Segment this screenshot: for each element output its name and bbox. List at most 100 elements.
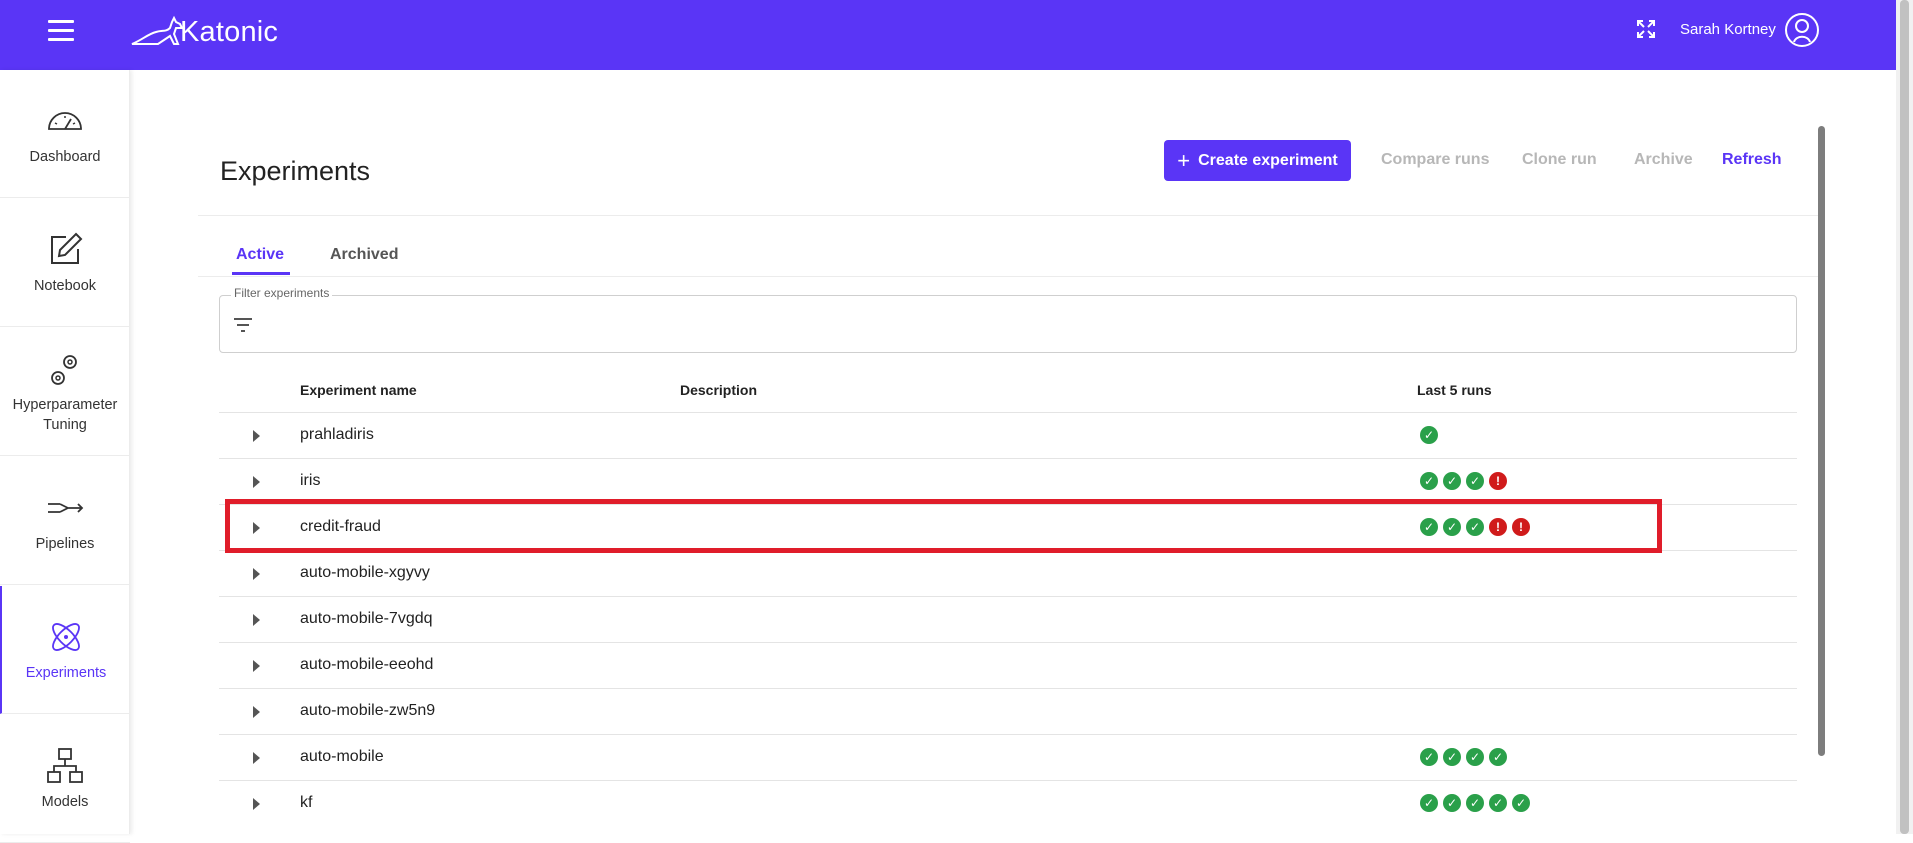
- sidebar-item-dashboard[interactable]: Dashboard: [0, 70, 130, 198]
- check-icon[interactable]: ✓: [1489, 794, 1507, 812]
- check-icon[interactable]: ✓: [1420, 518, 1438, 536]
- error-icon[interactable]: !: [1512, 518, 1530, 536]
- last-runs-status: ✓ ✓ ✓ ✓ ✓: [1420, 794, 1530, 812]
- sidebar-item-pipelines[interactable]: Pipelines: [0, 457, 130, 585]
- last-runs-status: ✓: [1420, 426, 1438, 444]
- page-title: Experiments: [220, 156, 371, 186]
- experiment-name[interactable]: kf: [300, 794, 312, 812]
- experiment-name[interactable]: auto-mobile-zw5n9: [300, 702, 435, 720]
- compare-runs-button[interactable]: Compare runs: [1381, 151, 1489, 169]
- check-icon[interactable]: ✓: [1420, 472, 1438, 490]
- top-bar: Katonic Sarah Kortney: [0, 0, 1913, 70]
- sidebar-item-label: Experiments: [25, 664, 107, 681]
- expand-caret-icon[interactable]: [253, 798, 260, 810]
- filter-icon: [234, 318, 252, 332]
- window-scrollbar[interactable]: [1896, 0, 1913, 834]
- archive-button[interactable]: Archive: [1634, 151, 1693, 169]
- sidebar-item-experiments[interactable]: Experiments: [0, 586, 130, 714]
- brand-name: Katonic: [180, 15, 279, 48]
- error-icon[interactable]: !: [1489, 518, 1507, 536]
- create-experiment-button[interactable]: + Create experiment: [1164, 140, 1351, 181]
- error-icon[interactable]: !: [1489, 472, 1507, 490]
- experiment-name[interactable]: auto-mobile: [300, 748, 384, 766]
- plus-icon: +: [1177, 147, 1191, 173]
- table-row[interactable]: kf ✓ ✓ ✓ ✓ ✓: [219, 780, 1797, 826]
- user-avatar-icon[interactable]: [1784, 12, 1820, 48]
- sidebar-item-label: Hyperparameter Tuning: [12, 396, 118, 433]
- pipeline-icon: [45, 488, 85, 528]
- sidebar-item-hyperparameter-tuning[interactable]: Hyperparameter Tuning: [0, 328, 130, 456]
- expand-caret-icon[interactable]: [253, 752, 260, 764]
- user-name[interactable]: Sarah Kortney: [1680, 21, 1776, 38]
- check-icon[interactable]: ✓: [1466, 794, 1484, 812]
- filter-experiments-label: Filter experiments: [231, 286, 333, 300]
- column-header-description[interactable]: Description: [680, 382, 757, 398]
- check-icon[interactable]: ✓: [1443, 518, 1461, 536]
- expand-caret-icon[interactable]: [253, 522, 260, 534]
- filter-experiments-input[interactable]: [219, 295, 1797, 353]
- divider: [198, 276, 1820, 277]
- experiment-name[interactable]: iris: [300, 472, 320, 490]
- expand-caret-icon[interactable]: [253, 660, 260, 672]
- models-icon: [45, 746, 85, 786]
- sidebar-item-label: Pipelines: [35, 535, 95, 552]
- sidebar: Dashboard Notebook Hyperparameter Tuning…: [0, 70, 130, 843]
- divider: [198, 215, 1820, 216]
- check-icon[interactable]: ✓: [1443, 748, 1461, 766]
- sidebar-item-models[interactable]: Models: [0, 715, 130, 843]
- table-row[interactable]: iris ✓ ✓ ✓!: [219, 458, 1797, 504]
- check-icon[interactable]: ✓: [1420, 794, 1438, 812]
- table-row[interactable]: credit-fraud ✓ ✓ ✓!!: [219, 504, 1797, 550]
- edit-icon: [45, 230, 85, 270]
- expand-caret-icon[interactable]: [253, 476, 260, 488]
- expand-caret-icon[interactable]: [253, 614, 260, 626]
- content-scrollbar[interactable]: [1818, 126, 1825, 756]
- expand-caret-icon[interactable]: [253, 430, 260, 442]
- sidebar-item-label: Notebook: [33, 277, 97, 294]
- sidebar-item-notebook[interactable]: Notebook: [0, 199, 130, 327]
- check-icon[interactable]: ✓: [1489, 748, 1507, 766]
- check-icon[interactable]: ✓: [1420, 748, 1438, 766]
- experiment-name[interactable]: auto-mobile-eeohd: [300, 656, 433, 674]
- experiment-name[interactable]: credit-fraud: [300, 518, 381, 536]
- last-runs-status: ✓ ✓ ✓!!: [1420, 518, 1530, 536]
- sidebar-item-label: Dashboard: [29, 148, 101, 165]
- check-icon[interactable]: ✓: [1512, 794, 1530, 812]
- table-row[interactable]: prahladiris ✓: [219, 412, 1797, 458]
- menu-icon[interactable]: [48, 20, 74, 42]
- table-row[interactable]: auto-mobile ✓ ✓ ✓ ✓: [219, 734, 1797, 780]
- tab-archived[interactable]: Archived: [330, 246, 398, 264]
- expand-caret-icon[interactable]: [253, 568, 260, 580]
- sidebar-item-label: Models: [41, 793, 89, 810]
- check-icon[interactable]: ✓: [1420, 426, 1438, 444]
- check-icon[interactable]: ✓: [1443, 472, 1461, 490]
- experiment-name[interactable]: auto-mobile-7vgdq: [300, 610, 433, 628]
- check-icon[interactable]: ✓: [1466, 472, 1484, 490]
- table-row[interactable]: auto-mobile-xgyvy: [219, 550, 1797, 596]
- create-experiment-label: Create experiment: [1198, 151, 1338, 169]
- last-runs-status: ✓ ✓ ✓ ✓: [1420, 748, 1507, 766]
- gauge-icon: [45, 101, 85, 141]
- refresh-button[interactable]: Refresh: [1722, 151, 1782, 169]
- last-runs-status: ✓ ✓ ✓!: [1420, 472, 1507, 490]
- check-icon[interactable]: ✓: [1466, 748, 1484, 766]
- tab-active[interactable]: Active: [236, 246, 284, 264]
- table-row[interactable]: auto-mobile-7vgdq: [219, 596, 1797, 642]
- logo: Katonic: [128, 12, 278, 52]
- expand-caret-icon[interactable]: [253, 706, 260, 718]
- gears-icon: [45, 349, 85, 389]
- fullscreen-icon[interactable]: [1636, 19, 1656, 39]
- check-icon[interactable]: ✓: [1443, 794, 1461, 812]
- experiment-name[interactable]: prahladiris: [300, 426, 374, 444]
- check-icon[interactable]: ✓: [1466, 518, 1484, 536]
- atom-icon: [46, 617, 86, 657]
- table-row[interactable]: auto-mobile-eeohd: [219, 642, 1797, 688]
- table-row[interactable]: auto-mobile-zw5n9: [219, 688, 1797, 734]
- experiment-name[interactable]: auto-mobile-xgyvy: [300, 564, 430, 582]
- scrollbar-thumb[interactable]: [1900, 0, 1909, 834]
- tab-active-indicator: [232, 272, 290, 275]
- column-header-last-runs: Last 5 runs: [1417, 382, 1492, 398]
- column-header-name[interactable]: Experiment name: [300, 382, 417, 398]
- kangaroo-logo-icon: [131, 15, 184, 45]
- clone-run-button[interactable]: Clone run: [1522, 151, 1597, 169]
